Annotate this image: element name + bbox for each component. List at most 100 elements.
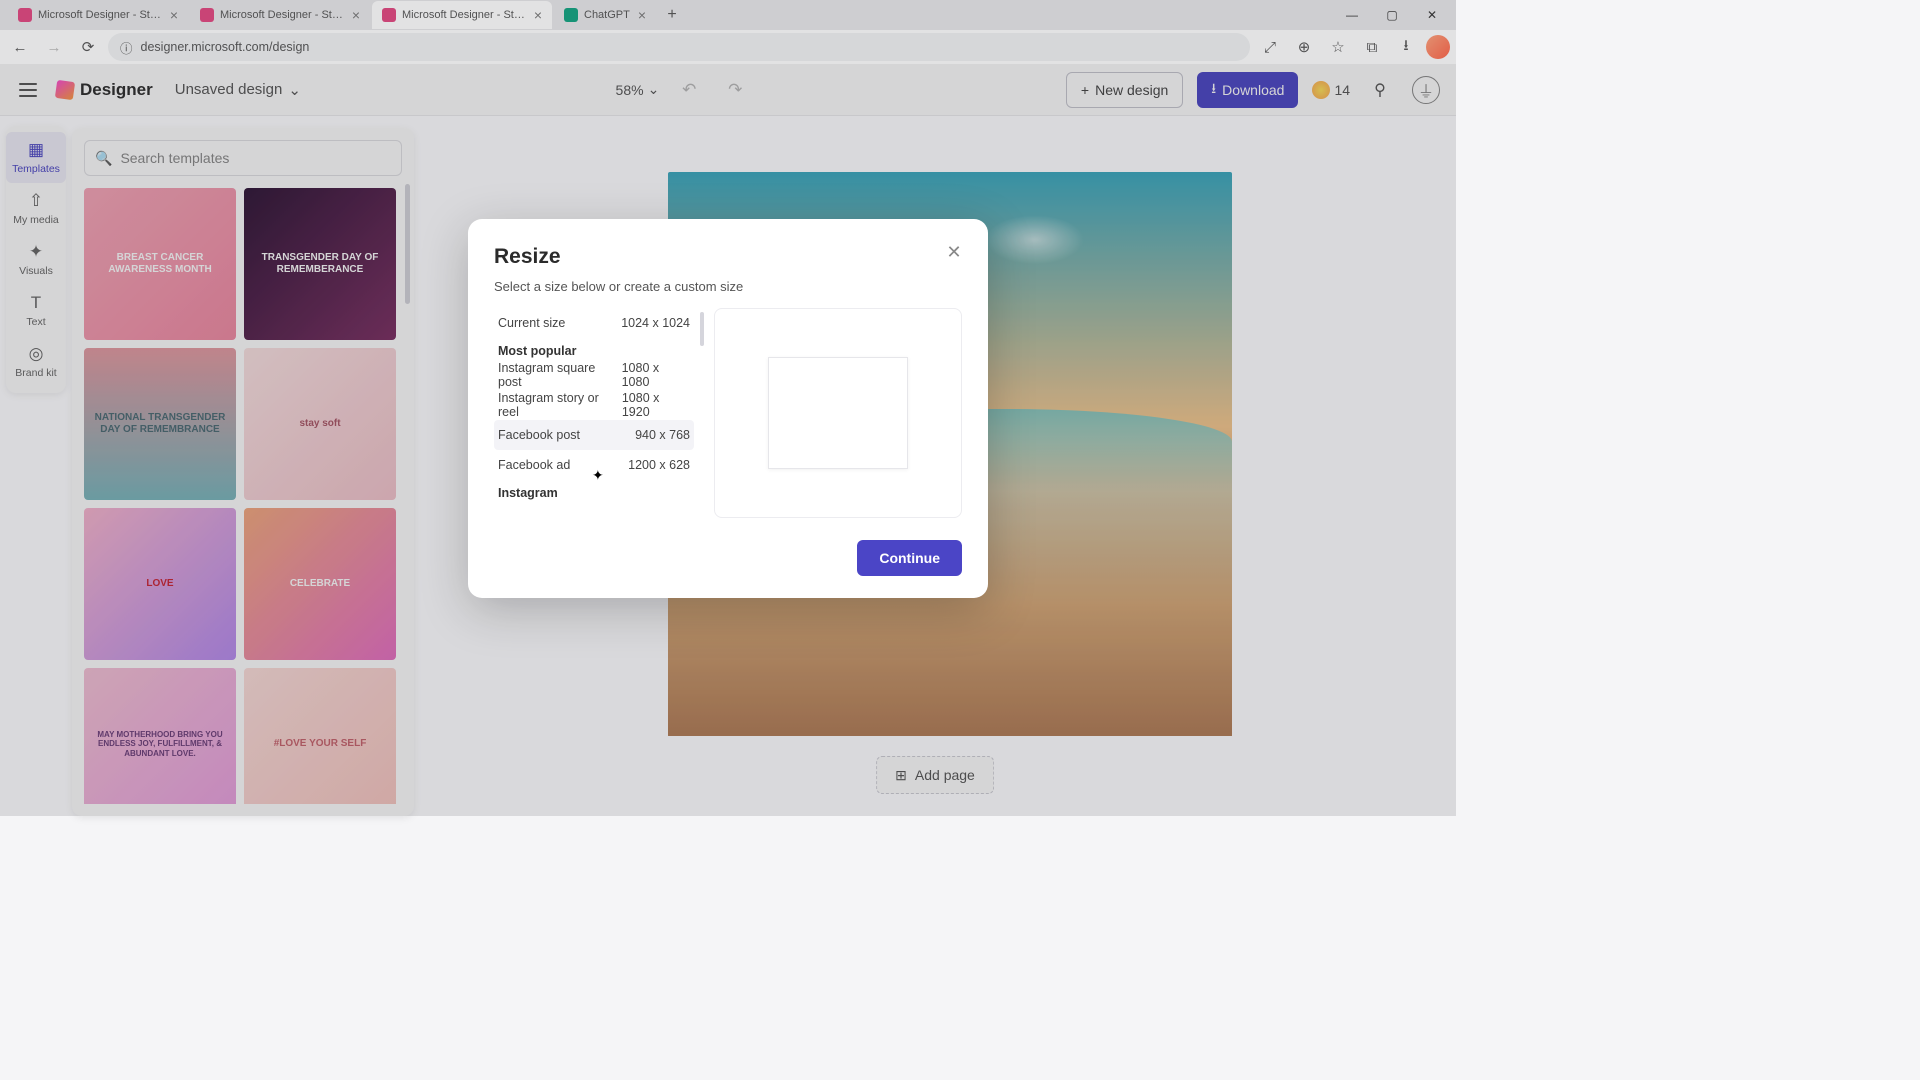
credits-counter[interactable]: 14: [1312, 81, 1350, 99]
share-icon[interactable]: ⚲: [1364, 74, 1396, 106]
chevron-down-icon: ⌄: [648, 81, 660, 98]
size-name: Facebook post: [498, 428, 580, 442]
rail-brand-kit[interactable]: ◎ Brand kit: [6, 336, 66, 387]
size-dim: 1080 x 1920: [622, 391, 690, 419]
current-size-row[interactable]: Current size 1024 x 1024: [494, 308, 694, 338]
profile-avatar[interactable]: [1426, 35, 1450, 59]
search-input[interactable]: 🔍 Search templates: [84, 140, 402, 176]
continue-button[interactable]: Continue: [857, 540, 962, 576]
current-size-label: Current size: [498, 316, 565, 330]
new-design-button[interactable]: + New design: [1066, 72, 1183, 108]
template-grid[interactable]: BREAST CANCER AWARENESS MONTH TRANSGENDE…: [84, 188, 402, 804]
template-panel: 🔍 Search templates BREAST CANCER AWARENE…: [72, 116, 414, 816]
size-dim: 1080 x 1080: [622, 361, 690, 389]
rail-my-media[interactable]: ⇧ My media: [6, 183, 66, 234]
size-option[interactable]: Facebook post 940 x 768: [494, 420, 694, 450]
tab-close-icon[interactable]: ×: [352, 7, 360, 23]
left-rail: ▦ Templates ⇧ My media ✦ Visuals T Text …: [0, 116, 72, 816]
rail-label: Brand kit: [15, 367, 56, 379]
rail-label: My media: [13, 214, 59, 226]
rail-label: Visuals: [19, 265, 53, 277]
undo-button[interactable]: ↶: [673, 74, 705, 106]
plus-icon: +: [1081, 82, 1089, 98]
size-option[interactable]: Instagram square post 1080 x 1080: [494, 360, 694, 390]
minimize-button[interactable]: —: [1332, 1, 1372, 29]
visuals-icon: ✦: [29, 242, 43, 262]
brand-kit-icon: ◎: [29, 344, 44, 364]
download-button[interactable]: ⭳ Download: [1197, 72, 1298, 108]
rail-text[interactable]: T Text: [6, 285, 66, 336]
tab-close-icon[interactable]: ×: [534, 7, 542, 23]
install-app-icon[interactable]: ⤢: [1256, 33, 1284, 61]
close-window-button[interactable]: ✕: [1412, 1, 1452, 29]
search-placeholder: Search templates: [120, 150, 229, 166]
current-size-value: 1024 x 1024: [621, 316, 690, 330]
rail-visuals[interactable]: ✦ Visuals: [6, 234, 66, 285]
zoom-dropdown[interactable]: 58% ⌄: [616, 81, 660, 98]
template-thumbnail[interactable]: CELEBRATE: [244, 508, 396, 660]
site-info-icon[interactable]: ⓘ: [120, 38, 133, 57]
tab-close-icon[interactable]: ×: [170, 7, 178, 23]
window-controls: — ▢ ✕: [1332, 1, 1456, 29]
document-name-dropdown[interactable]: Unsaved design ⌄: [175, 81, 301, 99]
template-thumbnail[interactable]: LOVE: [84, 508, 236, 660]
url-input[interactable]: ⓘ designer.microsoft.com/design: [108, 33, 1250, 61]
maximize-button[interactable]: ▢: [1372, 1, 1412, 29]
template-thumbnail[interactable]: TRANSGENDER DAY OF REMEMBERANCE: [244, 188, 396, 340]
template-thumbnail[interactable]: NATIONAL TRANSGENDER DAY OF REMEMBRANCE: [84, 348, 236, 500]
app-header: Designer Unsaved design ⌄ 58% ⌄ ↶ ↷ + Ne…: [0, 64, 1456, 116]
document-name: Unsaved design: [175, 81, 283, 98]
redo-button[interactable]: ↷: [719, 74, 751, 106]
browser-tab[interactable]: ChatGPT ×: [554, 1, 656, 29]
rail-label: Templates: [12, 163, 60, 175]
tab-favicon-icon: [200, 8, 214, 22]
browser-tab[interactable]: Microsoft Designer - Stunning ×: [8, 1, 188, 29]
coin-icon: [1312, 81, 1330, 99]
account-button[interactable]: ⏚: [1410, 74, 1442, 106]
new-tab-button[interactable]: +: [658, 1, 686, 29]
extensions-icon[interactable]: ⧉: [1358, 33, 1386, 61]
add-page-button[interactable]: ⊞ Add page: [876, 756, 994, 794]
back-button[interactable]: ←: [6, 33, 34, 61]
size-name: Facebook ad: [498, 458, 570, 472]
browser-chrome: Microsoft Designer - Stunning × Microsof…: [0, 0, 1456, 64]
browser-tab-active[interactable]: Microsoft Designer - Stunning ×: [372, 1, 552, 29]
menu-button[interactable]: [14, 76, 42, 104]
continue-label: Continue: [879, 550, 940, 566]
browser-tab[interactable]: Microsoft Designer - Stunning ×: [190, 1, 370, 29]
forward-button[interactable]: →: [40, 33, 68, 61]
close-icon[interactable]: ✕: [940, 239, 968, 267]
app-logo[interactable]: Designer: [56, 80, 153, 100]
download-label: Download: [1222, 82, 1284, 98]
heading-most-popular: Most popular: [494, 338, 694, 360]
translate-icon[interactable]: ⊕: [1290, 33, 1318, 61]
size-option[interactable]: Instagram story or reel 1080 x 1920: [494, 390, 694, 420]
template-thumbnail[interactable]: BREAST CANCER AWARENESS MONTH: [84, 188, 236, 340]
upload-icon: ⇧: [29, 191, 43, 211]
tab-favicon-icon: [18, 8, 32, 22]
size-dim: 1200 x 628: [628, 458, 690, 472]
chevron-down-icon: ⌄: [288, 81, 301, 99]
downloads-icon[interactable]: ⭳: [1392, 33, 1420, 61]
resize-modal: Resize ✕ Select a size below or create a…: [468, 219, 988, 598]
tab-close-icon[interactable]: ×: [638, 7, 646, 23]
tab-title: Microsoft Designer - Stunning: [402, 9, 526, 21]
bookmark-icon[interactable]: ☆: [1324, 33, 1352, 61]
plus-icon: ⊞: [895, 767, 907, 784]
zoom-value: 58%: [616, 82, 644, 98]
template-thumbnail[interactable]: stay soft: [244, 348, 396, 500]
template-thumbnail[interactable]: #LOVE YOUR SELF: [244, 668, 396, 804]
tab-favicon-icon: [382, 8, 396, 22]
size-option[interactable]: Facebook ad 1200 x 628: [494, 450, 694, 480]
tab-title: Microsoft Designer - Stunning: [38, 9, 162, 21]
tab-title: Microsoft Designer - Stunning: [220, 9, 344, 21]
address-bar: ← → ⟳ ⓘ designer.microsoft.com/design ⤢ …: [0, 30, 1456, 64]
modal-title: Resize: [494, 245, 962, 269]
scrollbar[interactable]: [700, 312, 704, 346]
scrollbar[interactable]: [405, 184, 410, 304]
rail-templates[interactable]: ▦ Templates: [6, 132, 66, 183]
credits-value: 14: [1334, 82, 1350, 98]
size-list: Current size 1024 x 1024 Most popular In…: [494, 308, 694, 518]
reload-button[interactable]: ⟳: [74, 33, 102, 61]
template-thumbnail[interactable]: MAY MOTHERHOOD BRING YOU ENDLESS JOY, FU…: [84, 668, 236, 804]
